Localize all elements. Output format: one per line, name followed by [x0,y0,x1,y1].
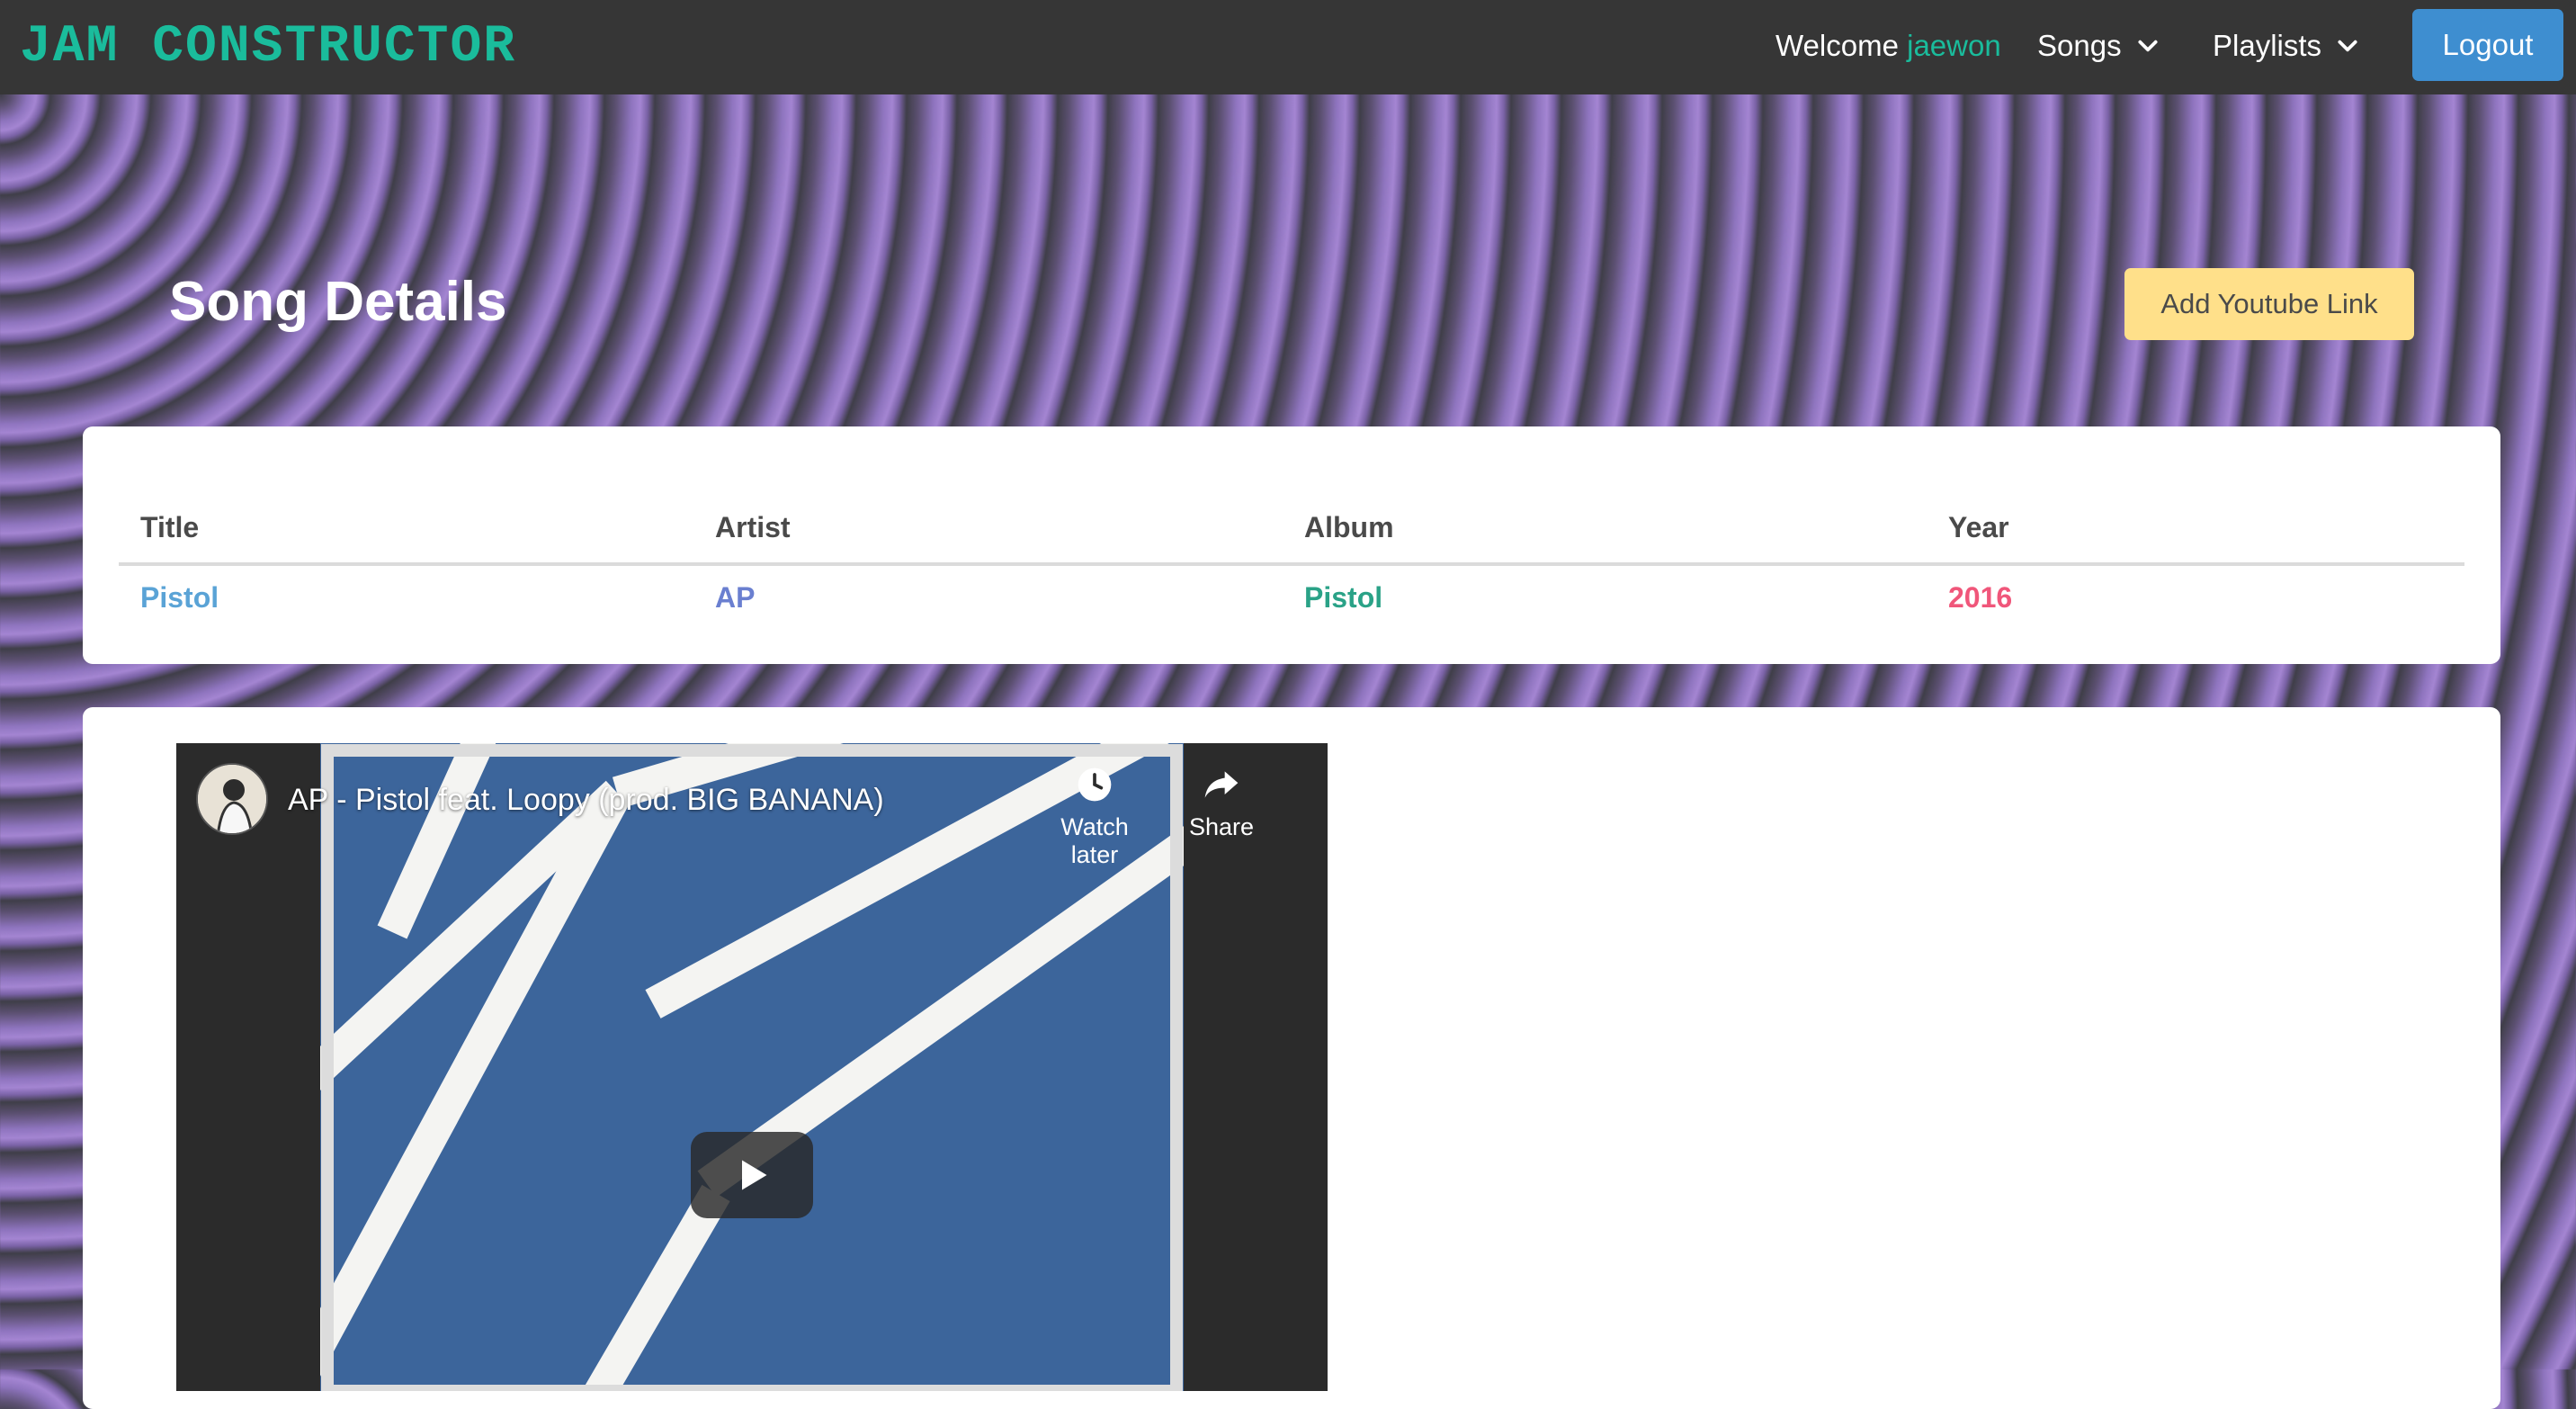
song-title-link[interactable]: Pistol [140,581,219,615]
navbar: JAM CONSTRUCTOR Welcome jaewon Songs Pla… [0,0,2576,94]
add-youtube-link-button[interactable]: Add Youtube Link [2124,268,2414,340]
song-album-link[interactable]: Pistol [1304,581,1382,615]
welcome-prefix: Welcome [1775,29,1899,62]
video-title[interactable]: AP - Pistol feat. Loopy (prod. BIG BANAN… [288,783,884,818]
songs-dropdown[interactable]: Songs [2037,29,2160,63]
songs-dropdown-label: Songs [2037,29,2122,62]
welcome-message: Welcome jaewon [1775,29,2001,63]
brand-logo[interactable]: JAM CONSTRUCTOR [20,18,516,76]
playlists-dropdown[interactable]: Playlists [2213,29,2359,63]
channel-avatar[interactable] [196,763,268,835]
avatar-image [198,765,266,833]
share-button[interactable]: Share [1166,765,1277,841]
chevron-down-icon [2338,40,2357,52]
song-artist-link[interactable]: AP [715,581,755,615]
column-header-year: Year [1948,511,2009,543]
song-details-card [83,426,2500,664]
table-header-divider [119,562,2464,566]
clock-icon [1078,767,1112,802]
logout-button[interactable]: Logout [2412,9,2563,81]
playlists-dropdown-label: Playlists [2213,29,2322,62]
username[interactable]: jaewon [1907,29,2001,62]
play-icon [742,1160,767,1190]
play-button[interactable] [691,1132,813,1218]
watch-later-button[interactable]: Watch later [1036,765,1153,869]
page-title: Song Details [169,271,507,333]
column-header-album: Album [1304,511,1394,543]
chevron-down-icon [2138,40,2158,52]
share-icon [1204,771,1239,798]
share-label: Share [1188,813,1255,840]
column-header-artist: Artist [715,511,791,543]
youtube-embed[interactable]: AP - Pistol feat. Loopy (prod. BIG BANAN… [176,743,1328,1391]
watch-later-label: Watch later [1060,813,1129,868]
song-year-link[interactable]: 2016 [1948,581,2012,615]
column-header-title: Title [140,511,200,543]
